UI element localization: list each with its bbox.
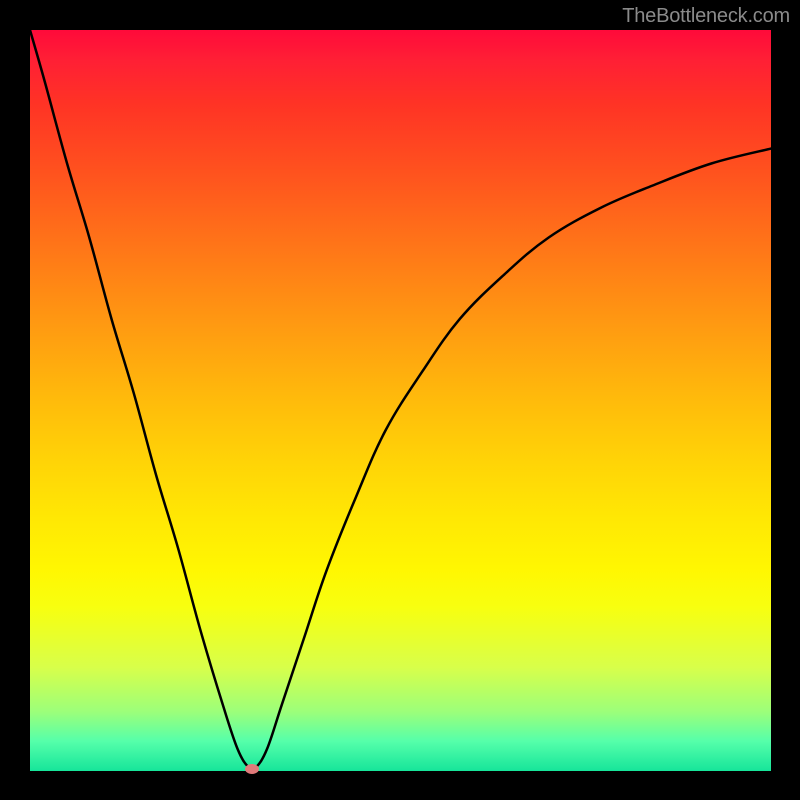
curve-layer [30,30,771,771]
bottleneck-curve [30,30,771,770]
watermark-text: TheBottleneck.com [622,5,790,28]
min-marker [245,764,259,774]
